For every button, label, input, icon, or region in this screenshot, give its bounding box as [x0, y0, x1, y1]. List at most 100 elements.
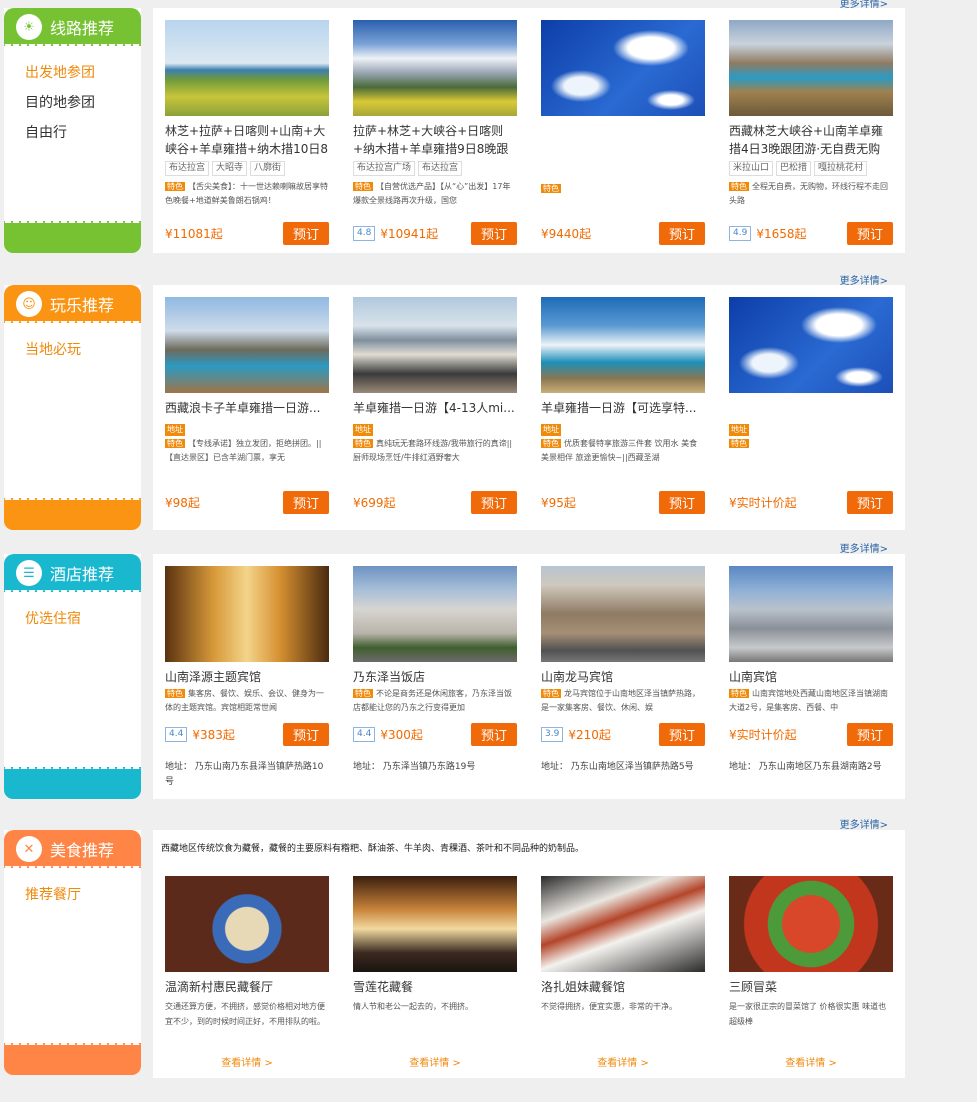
play-panel: 西藏浪卡子羊卓雍措一日游... 地址 特色 【专线承诺】独立发团，拒绝拼团。||【… [153, 285, 905, 530]
food-card-desc: 不觉得拥挤，便宜实惠，非常的干净。 [541, 1002, 677, 1011]
route-sidebar-footer [4, 217, 141, 253]
food-card[interactable]: 三顾冒菜 是一家很正宗的冒菜馆了 价格很实惠 味道也超级棒 查看详情 > [729, 876, 893, 1074]
rating-badge: 4.9 [729, 226, 752, 241]
food-link-restaurants[interactable]: 推荐餐厅 [25, 880, 141, 910]
view-details-link[interactable]: 查看详情 > [729, 1054, 893, 1069]
play-card[interactable]: 西藏浪卡子羊卓雍措一日游... 地址 特色 【专线承诺】独立发团，拒绝拼团。||【… [165, 297, 329, 514]
play-card-title[interactable]: 西藏浪卡子羊卓雍措一日游... [165, 399, 329, 417]
book-button[interactable]: 预订 [659, 723, 705, 746]
feature-badge: 特色 [165, 182, 185, 191]
book-button[interactable]: 预订 [847, 491, 893, 514]
play-card[interactable]: 地址 特色 ¥实时计价起 预订 [729, 297, 893, 514]
book-button[interactable]: 预订 [471, 222, 517, 245]
hotel-link-stay[interactable]: 优选住宿 [25, 604, 141, 634]
hotel-card-title[interactable]: 山南泽源主题宾馆 [165, 668, 329, 686]
sky-image[interactable] [729, 297, 893, 393]
book-button[interactable]: 预订 [283, 723, 329, 746]
hotel-image[interactable] [729, 566, 893, 662]
book-button[interactable]: 预订 [659, 222, 705, 245]
hotel-card[interactable]: 乃东泽当饭店 特色 不论是商务还是休闲旅客，乃东泽当饭店都能让您的乃东之行变得更加… [353, 566, 517, 772]
route-card-title[interactable]: 西藏林芝大峡谷+山南羊卓雍措4日3晚跟团游·无自费无购 [729, 122, 893, 158]
more-link-hotel[interactable]: 更多详情> [840, 540, 888, 555]
food-image[interactable] [165, 876, 329, 972]
route-card[interactable]: 拉萨+林芝+大峡谷+日喀则+纳木措+羊卓雍措9日8晚跟 布达拉宫广场 布达拉宫 … [353, 20, 517, 245]
route-price: ¥10941起 [380, 227, 439, 241]
hotel-card[interactable]: 山南宾馆 特色 山南宾馆地处西藏山南地区泽当镇湖南大道2号，是集客房、西餐、中 ¥… [729, 566, 893, 772]
hotel-price: ¥实时计价起 [729, 728, 797, 742]
route-card-desc: 【舌尖美食】：十一世达赖喇嘛故居享特色晚餐+地道鲜美鲁朗石锅鸡！ [165, 182, 328, 205]
feature-badge: 特色 [729, 439, 749, 448]
hotel-price: ¥383起 [192, 728, 235, 742]
hotel-card-title[interactable]: 乃东泽当饭店 [353, 668, 517, 686]
route-card[interactable]: 林芝+拉萨+日喀则+山南+大峡谷+羊卓雍措+纳木措10日8 布达拉宫 大昭寺 八… [165, 20, 329, 245]
route-header: ☀ 线路推荐 [4, 8, 141, 50]
play-image[interactable] [541, 297, 705, 393]
route-card-title[interactable]: 林芝+拉萨+日喀则+山南+大峡谷+羊卓雍措+纳木措10日8 [165, 122, 329, 158]
book-button[interactable]: 预订 [847, 222, 893, 245]
view-details-link[interactable]: 查看详情 > [165, 1054, 329, 1069]
hotel-image[interactable] [353, 566, 517, 662]
route-tag: 八廓街 [250, 161, 286, 176]
view-details-link[interactable]: 查看详情 > [541, 1054, 705, 1069]
play-price: ¥95起 [541, 496, 576, 510]
hotel-card-title[interactable]: 山南宾馆 [729, 668, 893, 686]
play-header: ☺ 玩乐推荐 [4, 285, 141, 327]
route-card-title[interactable]: 拉萨+林芝+大峡谷+日喀则+纳木措+羊卓雍措9日8晚跟 [353, 122, 517, 158]
food-image[interactable] [353, 876, 517, 972]
address-badge: 地址 [729, 424, 749, 436]
play-card-title[interactable]: 羊卓雍措一日游【可选享特... [541, 399, 705, 417]
book-button[interactable]: 预订 [471, 491, 517, 514]
book-button[interactable]: 预订 [283, 491, 329, 514]
sky-image[interactable] [541, 20, 705, 116]
book-button[interactable]: 预订 [659, 491, 705, 514]
route-image[interactable] [729, 20, 893, 116]
play-card[interactable]: 羊卓雍措一日游【4-13人mi... 地址 特色 真纯玩无套路环线游/我带旅行的真… [353, 297, 517, 514]
play-link-local[interactable]: 当地必玩 [25, 335, 141, 365]
hotel-panel: 山南泽源主题宾馆 特色 集客房、餐饮、娱乐、会议、健身为一体的主题宾馆。宾馆相距常… [153, 554, 905, 799]
hotel-card[interactable]: 山南龙马宾馆 特色 龙马宾馆位于山南地区泽当镇萨热路，是一家集客房、餐饮、休闲、娱… [541, 566, 705, 772]
hotel-card[interactable]: 山南泽源主题宾馆 特色 集客房、餐饮、娱乐、会议、健身为一体的主题宾馆。宾馆相距常… [165, 566, 329, 787]
view-details-link[interactable]: 查看详情 > [353, 1054, 517, 1069]
route-link-departure[interactable]: 出发地参团 [25, 58, 141, 88]
smile-icon: ☺ [16, 291, 42, 317]
hotel-price: ¥300起 [380, 728, 423, 742]
address-label: 地址： [165, 762, 193, 772]
play-image[interactable] [353, 297, 517, 393]
hotel-image[interactable] [541, 566, 705, 662]
hotel-address: 乃东山南地区泽当镇萨热路5号 [570, 762, 694, 772]
hotel-address: 乃东山南地区乃东县湖南路2号 [758, 762, 882, 772]
route-card[interactable]: 西藏林芝大峡谷+山南羊卓雍措4日3晚跟团游·无自费无购 米拉山口 巴松措 嘎拉桃… [729, 20, 893, 245]
play-sidebar-footer [4, 494, 141, 530]
food-card[interactable]: 雪莲花藏餐 情人节和老公一起去的，不拥挤。 查看详情 > [353, 876, 517, 1074]
play-image[interactable] [165, 297, 329, 393]
book-button[interactable]: 预订 [471, 723, 517, 746]
food-card-title[interactable]: 温滴新村惠民藏餐厅 [165, 978, 329, 996]
route-title: 线路推荐 [50, 19, 115, 38]
route-link-destination[interactable]: 目的地参团 [25, 88, 141, 118]
food-card-title[interactable]: 三顾冒菜 [729, 978, 893, 996]
hotel-card-title[interactable]: 山南龙马宾馆 [541, 668, 705, 686]
food-card-title[interactable]: 雪莲花藏餐 [353, 978, 517, 996]
food-card[interactable]: 洛扎姐妹藏餐馆 不觉得拥挤，便宜实惠，非常的干净。 查看详情 > [541, 876, 705, 1074]
hotel-image[interactable] [165, 566, 329, 662]
rating-badge: 4.4 [353, 727, 376, 742]
food-image[interactable] [541, 876, 705, 972]
food-card[interactable]: 温滴新村惠民藏餐厅 交通还算方便，不拥挤，感觉价格相对地方便宜不少，到的时候时间… [165, 876, 329, 1074]
play-card[interactable]: 羊卓雍措一日游【可选享特... 地址 特色 优质套餐特享旅游三件套 饮用水 美食美… [541, 297, 705, 514]
book-button[interactable]: 预订 [283, 222, 329, 245]
route-card-desc: 【自营优选产品】【从“心”出发】17年爆款全景线路再次升级，国您 [353, 182, 511, 205]
route-link-free[interactable]: 自由行 [25, 118, 141, 148]
food-image[interactable] [729, 876, 893, 972]
route-image[interactable] [165, 20, 329, 116]
food-card-title[interactable]: 洛扎姐妹藏餐馆 [541, 978, 705, 996]
route-image[interactable] [353, 20, 517, 116]
book-button[interactable]: 预订 [847, 723, 893, 746]
feature-badge: 特色 [729, 689, 749, 698]
more-link-food[interactable]: 更多详情> [840, 816, 888, 831]
address-label: 地址： [541, 762, 569, 772]
route-card[interactable]: 特色 ¥9440起 预订 [541, 20, 705, 245]
feature-badge: 特色 [353, 182, 373, 191]
route-tag: 布达拉宫 [165, 161, 210, 176]
food-intro: 西藏地区传统饮食为藏餐，藏餐的主要原料有糌粑、酥油茶、牛羊肉、青稞酒、茶叶和不同… [161, 844, 585, 854]
play-card-title[interactable]: 羊卓雍措一日游【4-13人mi... [353, 399, 517, 417]
